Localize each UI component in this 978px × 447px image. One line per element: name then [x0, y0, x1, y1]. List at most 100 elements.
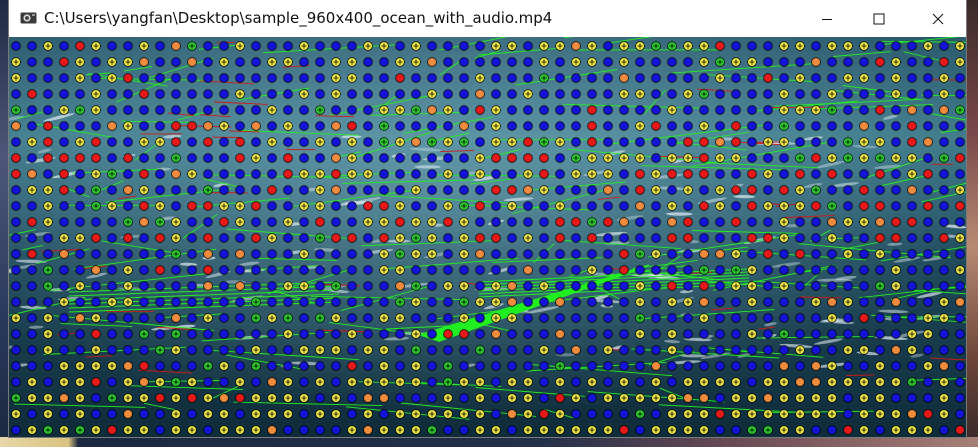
- macroblock-marker: [347, 313, 357, 323]
- macroblock-marker: [763, 313, 773, 323]
- macroblock-marker: [43, 377, 53, 387]
- macroblock-marker: [299, 297, 309, 307]
- macroblock-marker: [923, 265, 933, 275]
- macroblock-marker: [283, 233, 293, 243]
- macroblock-marker: [203, 281, 213, 291]
- macroblock-marker: [187, 185, 197, 195]
- macroblock-marker: [427, 121, 437, 131]
- macroblock-marker: [539, 89, 549, 99]
- macroblock-marker: [587, 409, 597, 419]
- macroblock-marker: [955, 361, 965, 371]
- macroblock-marker: [203, 249, 213, 259]
- macroblock-marker: [91, 329, 101, 339]
- video-camera-icon: [20, 12, 37, 24]
- macroblock-marker: [939, 265, 949, 275]
- macroblock-marker: [939, 217, 949, 227]
- macroblock-marker: [283, 249, 293, 259]
- macroblock-marker: [875, 41, 885, 51]
- macroblock-marker: [123, 313, 133, 323]
- macroblock-marker: [635, 361, 645, 371]
- macroblock-marker: [187, 249, 197, 259]
- macroblock-marker: [555, 169, 565, 179]
- macroblock-marker: [747, 201, 757, 211]
- macroblock-marker: [683, 201, 693, 211]
- video-frame[interactable]: [9, 37, 966, 437]
- macroblock-marker: [571, 297, 581, 307]
- macroblock-marker: [235, 73, 245, 83]
- macroblock-marker: [107, 185, 117, 195]
- macroblock-marker: [507, 89, 517, 99]
- close-button[interactable]: [915, 0, 961, 37]
- macroblock-marker: [203, 329, 213, 339]
- macroblock-marker: [443, 121, 453, 131]
- macroblock-marker: [843, 89, 853, 99]
- macroblock-marker: [379, 329, 389, 339]
- macroblock-marker: [747, 233, 757, 243]
- macroblock-marker: [475, 121, 485, 131]
- macroblock-marker: [587, 185, 597, 195]
- macroblock-marker: [235, 281, 245, 291]
- macroblock-marker: [203, 377, 213, 387]
- macroblock-marker: [75, 249, 85, 259]
- macroblock-marker: [139, 345, 149, 355]
- macroblock-marker: [539, 313, 549, 323]
- macroblock-marker: [27, 265, 37, 275]
- macroblock-marker: [891, 329, 901, 339]
- title-bar[interactable]: C:\Users\yangfan\Desktop\sample_960x400_…: [9, 0, 966, 37]
- macroblock-marker: [875, 297, 885, 307]
- desktop-edge-left: [0, 0, 9, 447]
- macroblock-marker: [555, 121, 565, 131]
- macroblock-marker: [635, 233, 645, 243]
- macroblock-marker: [91, 73, 101, 83]
- macroblock-marker: [555, 57, 565, 67]
- macroblock-marker: [443, 233, 453, 243]
- macroblock-marker: [11, 201, 21, 211]
- macroblock-marker: [267, 153, 277, 163]
- macroblock-marker: [859, 201, 869, 211]
- macroblock-marker: [843, 105, 853, 115]
- macroblock-marker: [747, 313, 757, 323]
- macroblock-marker: [651, 233, 661, 243]
- macroblock-marker: [827, 281, 837, 291]
- macroblock-marker: [731, 345, 741, 355]
- macroblock-marker: [939, 329, 949, 339]
- macroblock-marker: [91, 249, 101, 259]
- macroblock-marker: [619, 361, 629, 371]
- macroblock-marker: [491, 233, 501, 243]
- macroblock-marker: [763, 89, 773, 99]
- macroblock-marker: [219, 393, 229, 403]
- macroblock-marker: [731, 185, 741, 195]
- macroblock-marker: [203, 201, 213, 211]
- macroblock-marker: [251, 217, 261, 227]
- macroblock-marker: [939, 249, 949, 259]
- macroblock-marker: [555, 249, 565, 259]
- macroblock-marker: [507, 297, 517, 307]
- macroblock-marker: [267, 377, 277, 387]
- macroblock-marker: [555, 313, 565, 323]
- macroblock-marker: [779, 345, 789, 355]
- macroblock-marker: [107, 265, 117, 275]
- macroblock-marker: [267, 329, 277, 339]
- macroblock-marker: [171, 41, 181, 51]
- macroblock-marker: [843, 393, 853, 403]
- video-overlay: [9, 37, 966, 437]
- minimize-button[interactable]: [804, 0, 850, 37]
- macroblock-marker: [939, 169, 949, 179]
- macroblock-marker: [779, 169, 789, 179]
- macroblock-marker: [747, 137, 757, 147]
- macroblock-marker: [475, 105, 485, 115]
- macroblock-marker: [763, 345, 773, 355]
- macroblock-marker: [731, 121, 741, 131]
- macroblock-marker: [843, 201, 853, 211]
- macroblock-marker: [219, 105, 229, 115]
- maximize-button[interactable]: [856, 0, 902, 37]
- macroblock-marker: [475, 249, 485, 259]
- macroblock-marker: [683, 57, 693, 67]
- macroblock-marker: [235, 409, 245, 419]
- macroblock-marker: [11, 233, 21, 243]
- macroblock-marker: [187, 73, 197, 83]
- macroblock-marker: [939, 185, 949, 195]
- macroblock-marker: [171, 169, 181, 179]
- macroblock-marker: [619, 201, 629, 211]
- macroblock-marker: [91, 281, 101, 291]
